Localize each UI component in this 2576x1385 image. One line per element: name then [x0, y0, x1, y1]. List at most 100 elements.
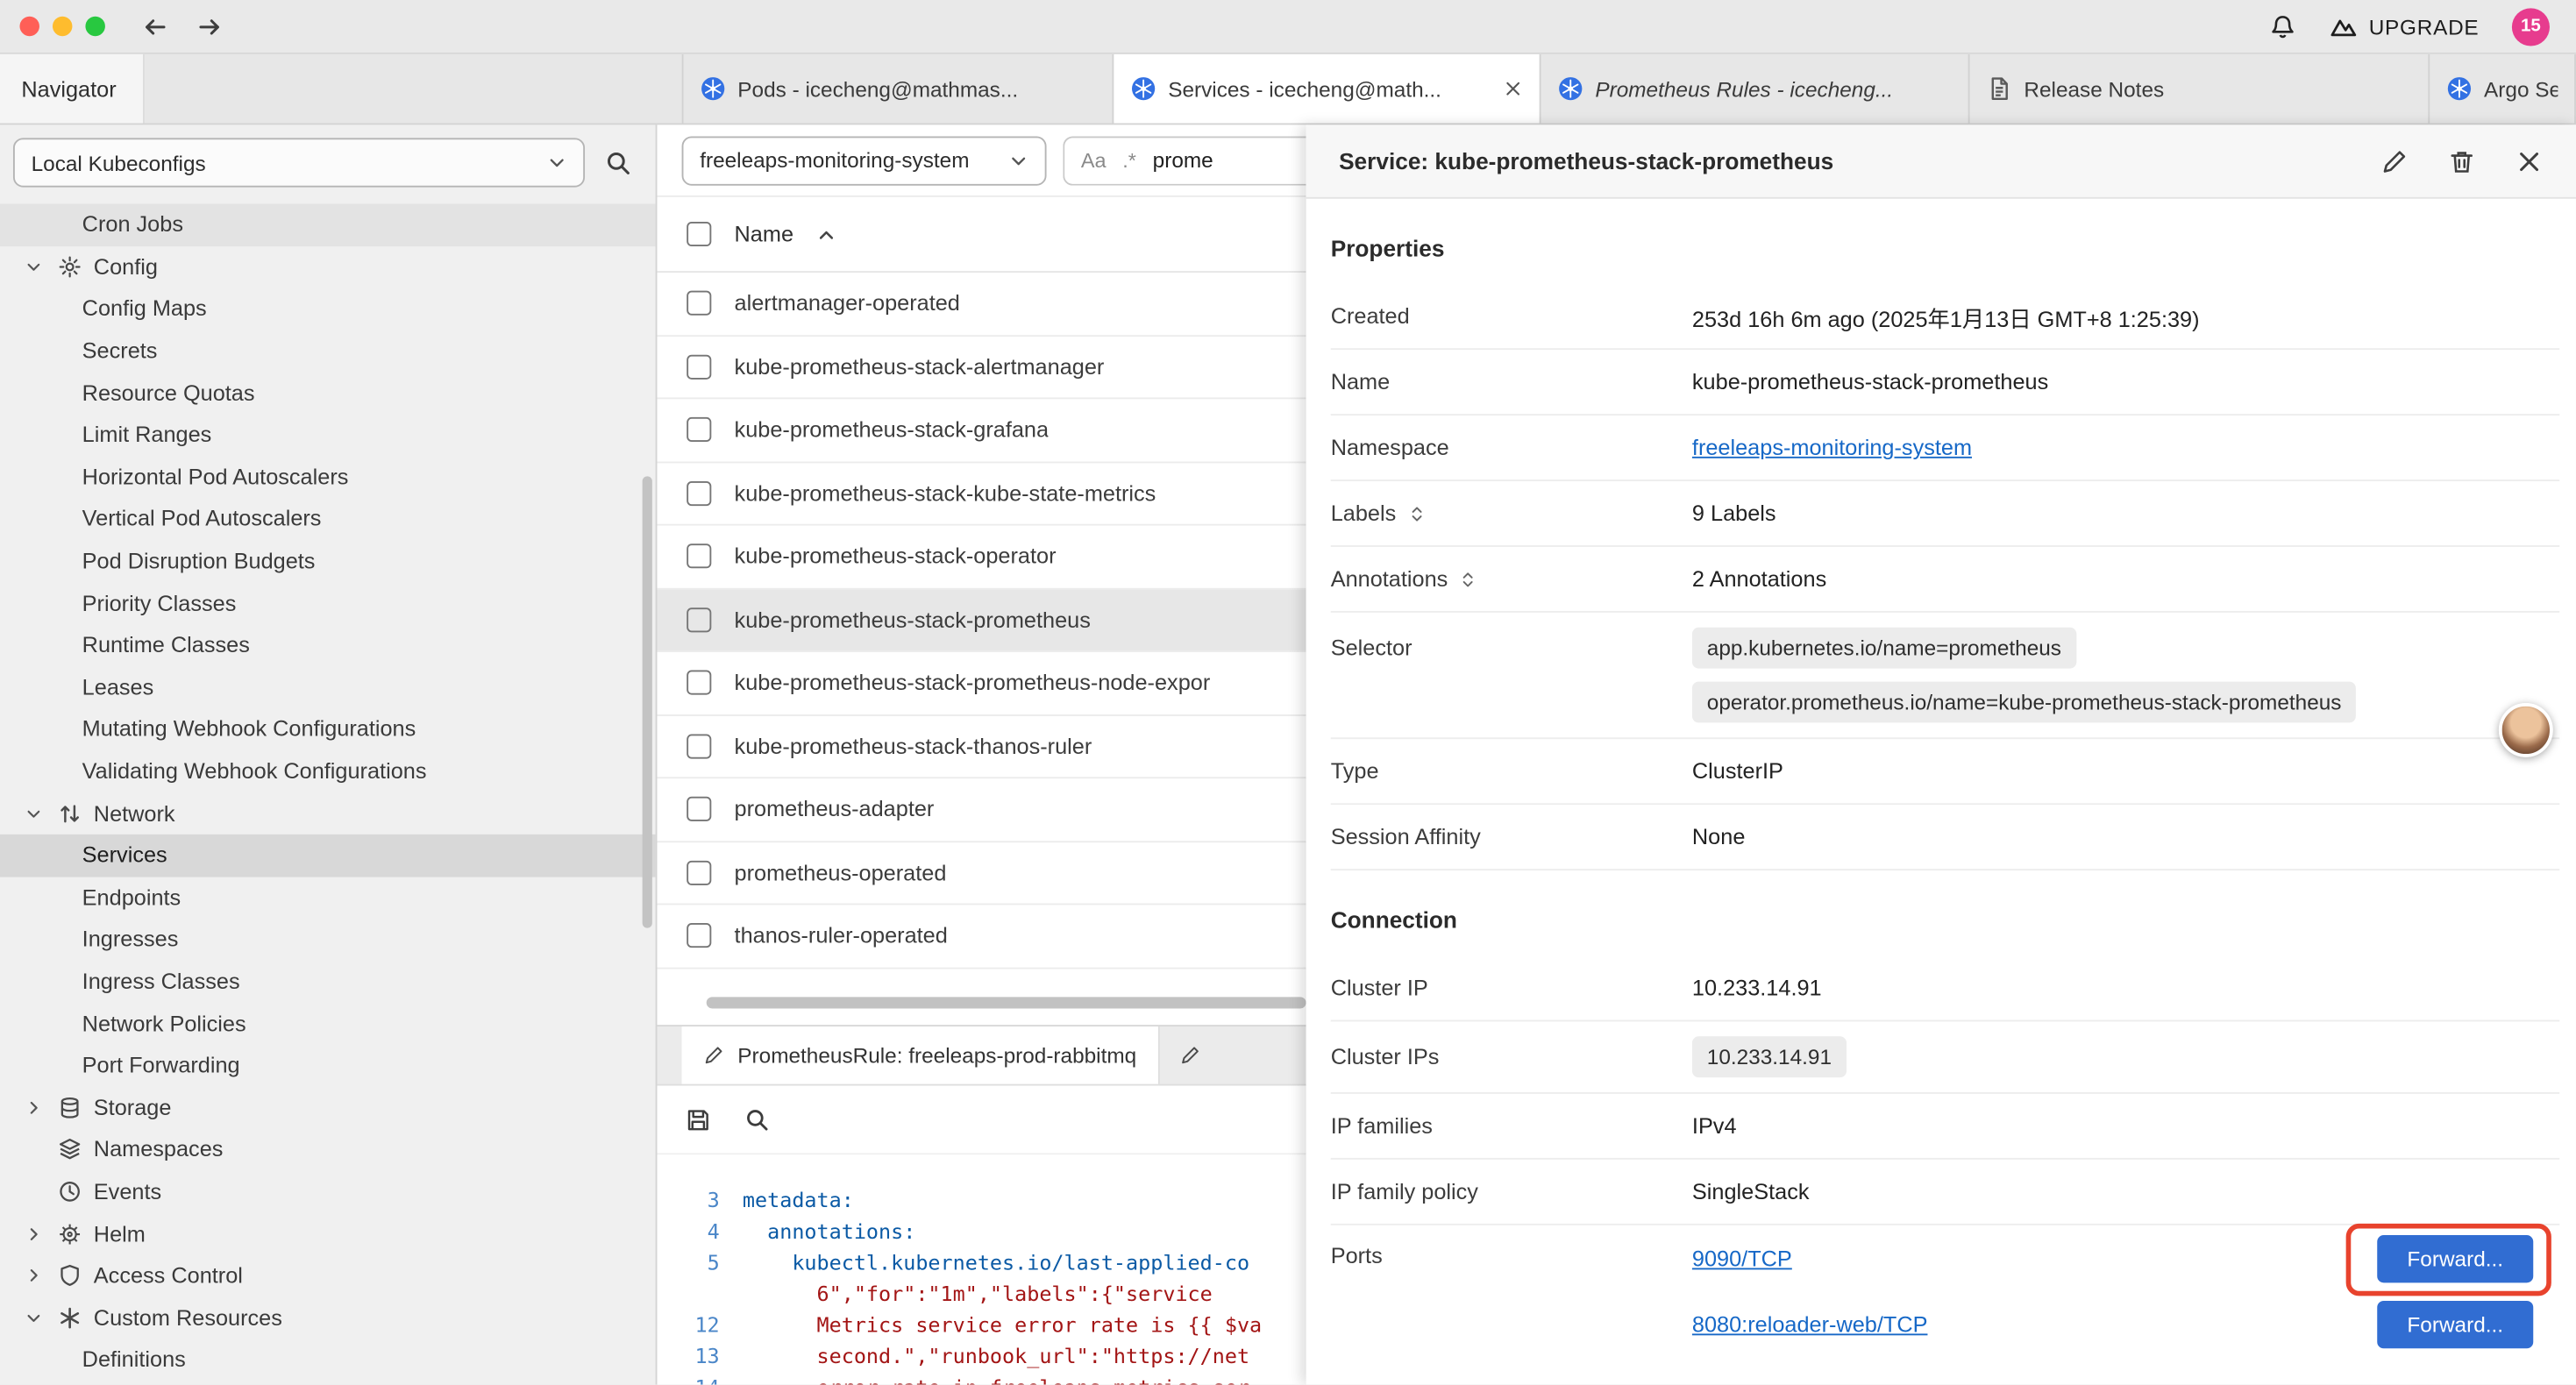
- sidebar-item-leases[interactable]: Leases: [0, 666, 656, 708]
- save-icon[interactable]: [685, 1106, 711, 1133]
- row-checkbox[interactable]: [687, 923, 711, 948]
- sidebar-item-resource-quotas[interactable]: Resource Quotas: [0, 372, 656, 414]
- sidebar-item-vertical-pod-autoscalers[interactable]: Vertical Pod Autoscalers: [0, 498, 656, 540]
- horizontal-scrollbar[interactable]: [707, 997, 1306, 1008]
- trash-icon[interactable]: [2448, 147, 2476, 175]
- port-link[interactable]: 9090/TCP: [1692, 1246, 1792, 1270]
- table-row-alertmanager-operated[interactable]: alertmanager-operated: [657, 273, 1306, 336]
- app-tab-prometheus-rules-icecheng[interactable]: Prometheus Rules - icecheng...: [1541, 54, 1970, 124]
- namespace-link[interactable]: freeleaps-monitoring-system: [1692, 436, 1972, 460]
- table-row-kube-prometheus-stack-kube-state-metrics[interactable]: kube-prometheus-stack-kube-state-metrics: [657, 462, 1306, 525]
- notification-count-badge[interactable]: 15: [2512, 7, 2550, 45]
- sidebar-item-label: Resource Quotas: [82, 380, 255, 405]
- sidebar-item-config-maps[interactable]: Config Maps: [0, 288, 656, 330]
- row-checkbox[interactable]: [687, 354, 711, 379]
- detail-row-cluster-ip: Cluster IP10.233.14.91: [1331, 955, 2560, 1021]
- sidebar-item-storage[interactable]: Storage: [0, 1086, 656, 1128]
- sidebar-item-runtime-classes[interactable]: Runtime Classes: [0, 624, 656, 666]
- table-row-kube-prometheus-stack-prometheus-node-expor[interactable]: kube-prometheus-stack-prometheus-node-ex…: [657, 652, 1306, 715]
- row-checkbox[interactable]: [687, 734, 711, 758]
- dock-tab-partial[interactable]: [1163, 1026, 1217, 1084]
- match-case-toggle[interactable]: Aa: [1081, 149, 1107, 172]
- table-row-kube-prometheus-stack-alertmanager[interactable]: kube-prometheus-stack-alertmanager: [657, 336, 1306, 399]
- row-checkbox[interactable]: [687, 671, 711, 695]
- sidebar-item-ingress-classes[interactable]: Ingress Classes: [0, 961, 656, 1003]
- sidebar-item-priority-classes[interactable]: Priority Classes: [0, 582, 656, 624]
- zoom-window-button[interactable]: [85, 17, 104, 36]
- sidebar-item-network-policies[interactable]: Network Policies: [0, 1002, 656, 1044]
- row-checkbox[interactable]: [687, 607, 711, 632]
- back-arrow-icon[interactable]: [141, 12, 169, 40]
- sidebar-item-secrets[interactable]: Secrets: [0, 330, 656, 372]
- table-row-kube-prometheus-stack-prometheus[interactable]: kube-prometheus-stack-prometheus: [657, 589, 1306, 652]
- notifications-bell-icon[interactable]: [2268, 12, 2296, 40]
- sidebar-item-helm[interactable]: Helm: [0, 1212, 656, 1254]
- kubeconfig-selector[interactable]: Local Kubeconfigs: [13, 138, 585, 187]
- sidebar-item-custom-resources[interactable]: Custom Resources: [0, 1296, 656, 1339]
- chevron-right-icon[interactable]: [19, 1262, 46, 1289]
- forward-arrow-icon[interactable]: [196, 12, 224, 40]
- search-icon[interactable]: [605, 149, 633, 177]
- app-tab-argo-se[interactable]: Argo Se: [2430, 54, 2576, 124]
- sidebar-item-pod-disruption-budgets[interactable]: Pod Disruption Budgets: [0, 540, 656, 582]
- sidebar-item-mutating-webhook-configurations[interactable]: Mutating Webhook Configurations: [0, 708, 656, 750]
- sidebar-item-validating-webhook-configurations[interactable]: Validating Webhook Configurations: [0, 750, 656, 792]
- close-icon[interactable]: [2516, 147, 2544, 175]
- edit-icon[interactable]: [2380, 147, 2409, 175]
- chevron-down-icon[interactable]: [19, 1304, 46, 1331]
- table-row-thanos-ruler-operated[interactable]: thanos-ruler-operated: [657, 905, 1306, 968]
- table-row-kube-prometheus-stack-operator[interactable]: kube-prometheus-stack-operator: [657, 526, 1306, 589]
- detail-value: IPv4: [1692, 1113, 2559, 1138]
- app-tab-pods-icecheng-mathmas[interactable]: Pods - icecheng@mathmas...: [682, 54, 1114, 124]
- forward-button[interactable]: Forward...: [2377, 1300, 2533, 1347]
- yaml-editor[interactable]: 3metadata:4 annotations:5 kubectl.kubern…: [657, 1154, 1306, 1384]
- sidebar-item-horizontal-pod-autoscalers[interactable]: Horizontal Pod Autoscalers: [0, 456, 656, 498]
- dock-tab-prometheusrule-freeleaps-prod-rabbitmq[interactable]: PrometheusRule: freeleaps-prod-rabbitmq: [682, 1026, 1160, 1084]
- close-window-button[interactable]: [19, 17, 39, 36]
- upgrade-button[interactable]: UPGRADE: [2330, 12, 2480, 40]
- chevron-down-icon[interactable]: [19, 253, 46, 280]
- app-tab-release-notes[interactable]: Release Notes: [1970, 54, 2430, 124]
- sidebar-item-services[interactable]: Services: [0, 835, 656, 877]
- sidebar-item-network[interactable]: Network: [0, 792, 656, 835]
- select-all-checkbox[interactable]: [687, 222, 711, 246]
- minimize-window-button[interactable]: [53, 17, 72, 36]
- sidebar-item-namespaces[interactable]: Namespaces: [0, 1128, 656, 1170]
- search-icon[interactable]: [744, 1106, 771, 1133]
- sidebar-item-port-forwarding[interactable]: Port Forwarding: [0, 1044, 656, 1086]
- code-text: Metrics service error rate is {{ $va: [743, 1309, 1262, 1340]
- sidebar-item-config[interactable]: Config: [0, 245, 656, 288]
- chevron-right-icon[interactable]: [19, 1094, 46, 1120]
- close-tab-icon[interactable]: [1503, 79, 1522, 98]
- sidebar-item-ingresses[interactable]: Ingresses: [0, 919, 656, 961]
- table-row-prometheus-operated[interactable]: prometheus-operated: [657, 842, 1306, 905]
- table-search-input[interactable]: Aa .* prome: [1063, 136, 1306, 185]
- namespace-filter-select[interactable]: freeleaps-monitoring-system: [682, 136, 1047, 185]
- name-column-header[interactable]: Name: [735, 222, 793, 246]
- row-checkbox[interactable]: [687, 417, 711, 442]
- sidebar-item-definitions[interactable]: Definitions: [0, 1339, 656, 1381]
- chevron-down-icon[interactable]: [19, 800, 46, 827]
- regex-toggle[interactable]: .*: [1122, 149, 1136, 172]
- table-row-kube-prometheus-stack-thanos-ruler[interactable]: kube-prometheus-stack-thanos-ruler: [657, 715, 1306, 778]
- detail-value: 9090/TCP Forward... 8080:reloader-web/TCP F…: [1692, 1225, 2559, 1357]
- app-tab-services-icecheng-math[interactable]: Services - icecheng@math...: [1114, 54, 1541, 124]
- sidebar-item-limit-ranges[interactable]: Limit Ranges: [0, 414, 656, 456]
- row-checkbox[interactable]: [687, 544, 711, 569]
- sidebar-item-endpoints[interactable]: Endpoints: [0, 877, 656, 919]
- row-checkbox[interactable]: [687, 291, 711, 316]
- row-checkbox[interactable]: [687, 860, 711, 884]
- sidebar-item-access-control[interactable]: Access Control: [0, 1254, 656, 1296]
- table-row-prometheus-adapter[interactable]: prometheus-adapter: [657, 778, 1306, 842]
- port-link[interactable]: 8080:reloader-web/TCP: [1692, 1311, 1928, 1336]
- table-row-kube-prometheus-stack-grafana[interactable]: kube-prometheus-stack-grafana: [657, 399, 1306, 462]
- sidebar-item-cron-jobs[interactable]: Cron Jobs: [0, 203, 656, 245]
- floating-avatar[interactable]: [2499, 703, 2553, 757]
- sidebar-scrollbar[interactable]: [643, 476, 652, 927]
- navigator-panel-tab[interactable]: Navigator: [0, 54, 145, 124]
- sidebar-item-events[interactable]: Events: [0, 1170, 656, 1212]
- row-checkbox[interactable]: [687, 481, 711, 506]
- row-checkbox[interactable]: [687, 797, 711, 821]
- forward-button[interactable]: Forward...: [2377, 1234, 2533, 1282]
- chevron-right-icon[interactable]: [19, 1220, 46, 1246]
